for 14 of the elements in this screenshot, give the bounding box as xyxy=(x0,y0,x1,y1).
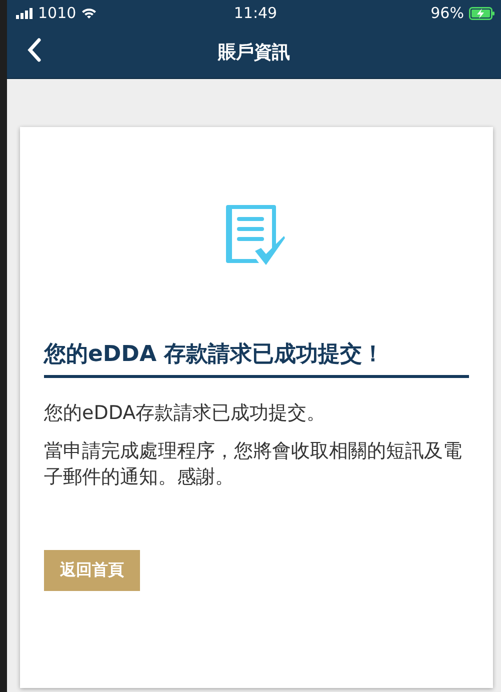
battery-text: 96% xyxy=(430,4,464,22)
battery-charging-icon xyxy=(468,6,495,20)
document-check-icon xyxy=(226,205,288,267)
time-text: 11:49 xyxy=(234,4,278,22)
message-text: 當申請完成處理程序，您將會收取相關的短訊及電子郵件的通知。感謝。 xyxy=(44,439,463,490)
signal-icon xyxy=(16,8,33,18)
carrier-text: 1010 xyxy=(38,4,76,22)
chevron-left-icon xyxy=(27,38,41,62)
page-title: 賬戶資訊 xyxy=(218,41,290,64)
success-heading: 您的eDDA 存款請求已成功提交！ xyxy=(44,339,469,378)
message-text: 您的eDDA存款請求已成功提交。 xyxy=(44,401,327,426)
wifi-icon xyxy=(81,7,98,19)
return-home-button[interactable]: 返回首頁 xyxy=(44,550,140,591)
back-button[interactable] xyxy=(27,38,41,62)
